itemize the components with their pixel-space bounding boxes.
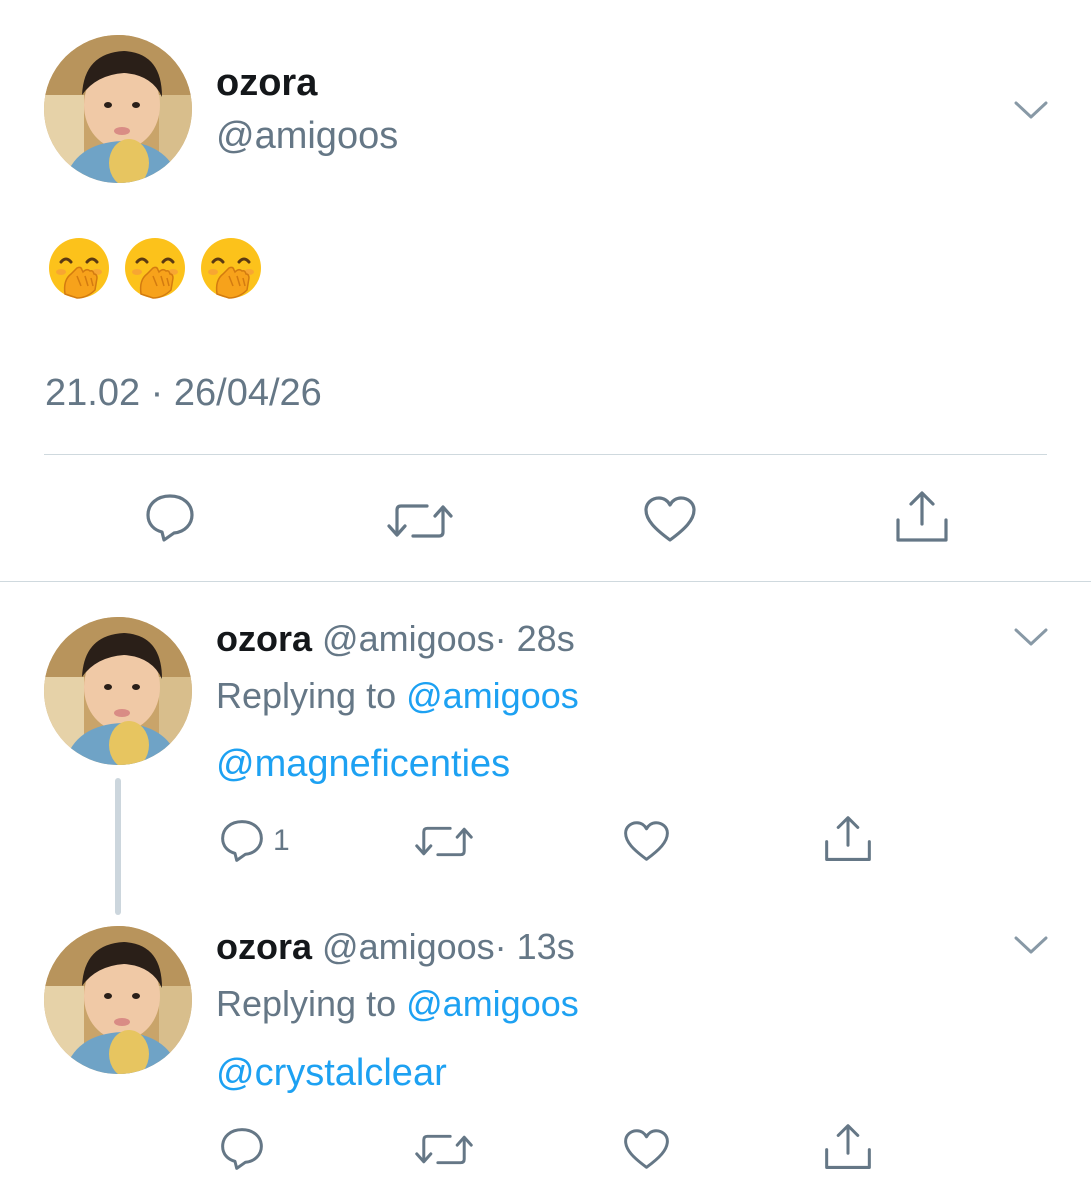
hand-over-mouth-emoji	[47, 236, 111, 300]
author-name[interactable]: ozora	[216, 62, 317, 105]
reply-count: 1	[273, 824, 290, 857]
replying-to-handle[interactable]: @amigoos	[406, 983, 579, 1024]
share-icon	[825, 816, 871, 861]
section-divider	[0, 581, 1091, 582]
avatar[interactable]	[44, 926, 192, 1074]
share-icon	[896, 491, 948, 542]
heart-icon	[644, 496, 696, 542]
heart-icon	[624, 821, 669, 861]
author-handle[interactable]: @amigoos	[322, 926, 495, 967]
replying-to-handle[interactable]: @amigoos	[406, 675, 579, 716]
reply-time: · 28s	[494, 618, 575, 659]
avatar-image	[44, 35, 192, 183]
retweet-icon	[387, 504, 453, 538]
author-name[interactable]: ozora	[216, 926, 312, 967]
author-handle[interactable]: @amigoos	[322, 618, 495, 659]
reply-button[interactable]	[144, 493, 196, 543]
reply-icon	[221, 820, 263, 862]
reply-header: ozora @amigoos· 13s	[216, 926, 575, 968]
like-button[interactable]	[623, 820, 670, 862]
retweet-button[interactable]	[415, 823, 473, 860]
chevron-down-icon[interactable]	[1013, 934, 1049, 958]
reply-text-mention[interactable]: @crystalclear	[216, 1052, 447, 1095]
avatar[interactable]	[44, 617, 192, 765]
chevron-down-icon[interactable]	[1013, 626, 1049, 650]
avatar-image	[44, 926, 192, 1074]
tweet-timestamp[interactable]: 21.02 · 26/04/26	[45, 372, 322, 415]
reply-text-mention[interactable]: @magneficenties	[216, 743, 510, 786]
author-handle[interactable]: @amigoos	[216, 115, 398, 158]
share-button[interactable]	[823, 1123, 873, 1171]
avatar[interactable]	[44, 35, 192, 183]
heart-icon	[624, 1129, 669, 1169]
tweet-text	[47, 236, 263, 300]
replying-to: Replying to @amigoos	[216, 675, 579, 717]
retweet-icon	[415, 826, 473, 857]
divider	[44, 454, 1047, 455]
thread-line	[115, 778, 121, 915]
reply-button[interactable]: 1	[219, 819, 290, 863]
share-button[interactable]	[894, 490, 950, 544]
reply-button[interactable]	[219, 1127, 265, 1171]
retweet-button[interactable]	[415, 1131, 473, 1168]
reply-icon	[221, 1128, 263, 1170]
retweet-icon	[415, 1134, 473, 1165]
like-button[interactable]	[643, 495, 697, 543]
replying-to-label: Replying to	[216, 983, 397, 1024]
replying-to: Replying to @amigoos	[216, 983, 579, 1025]
chevron-down-icon[interactable]	[1013, 99, 1049, 123]
avatar-image	[44, 617, 192, 765]
reply-header: ozora @amigoos· 28s	[216, 618, 575, 660]
retweet-button[interactable]	[387, 500, 453, 542]
author-name[interactable]: ozora	[216, 618, 312, 659]
share-button[interactable]	[823, 815, 873, 863]
share-icon	[825, 1124, 871, 1169]
like-button[interactable]	[623, 1128, 670, 1170]
hand-over-mouth-emoji	[199, 236, 263, 300]
reply-time: · 13s	[494, 926, 575, 967]
reply-icon	[146, 494, 194, 542]
hand-over-mouth-emoji	[123, 236, 187, 300]
replying-to-label: Replying to	[216, 675, 397, 716]
